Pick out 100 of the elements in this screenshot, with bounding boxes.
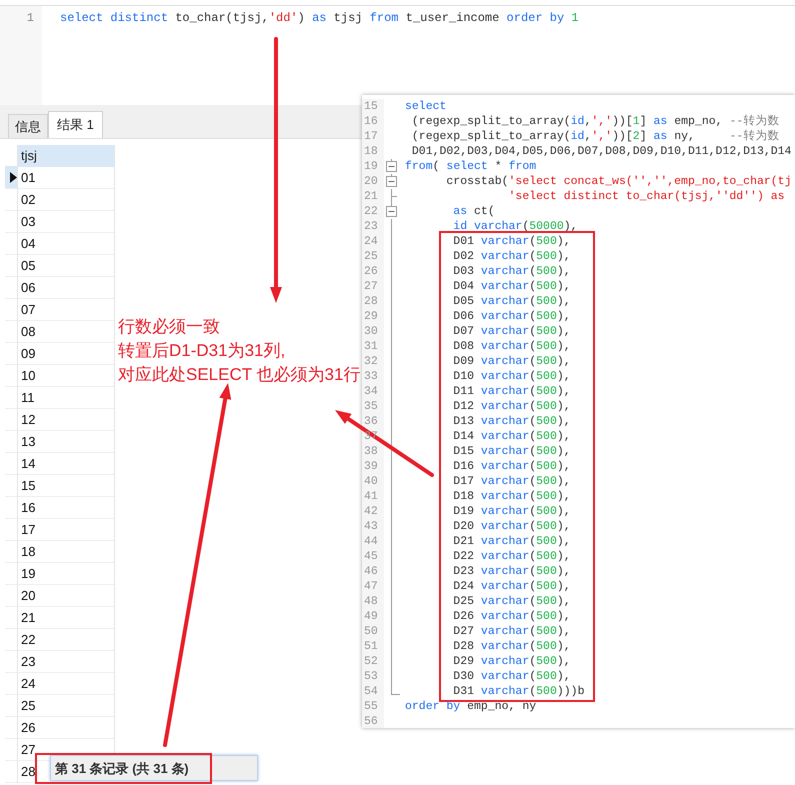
tab[interactable]: 信息 (8, 114, 48, 138)
table-cell: 26 (18, 717, 114, 739)
code-line: crosstab('select concat_ws('','',emp_no,to_char(tj (445, 174, 792, 189)
line-number: 42 (364, 505, 378, 518)
line-number: 31 (364, 340, 378, 353)
table-cell: 07 (18, 299, 114, 321)
line-number: 25 (364, 250, 378, 263)
code-line: (regexp_split_to_array(id,','))[2] as ny, --转为数 (410, 129, 780, 144)
line-number: 46 (364, 565, 378, 578)
table-cell: 23 (18, 651, 114, 673)
line-number: 53 (364, 670, 378, 683)
tab[interactable]: 结果 1 (48, 111, 103, 138)
annotation-text: 转置后D1-D31为31列, (118, 340, 286, 362)
code-line: D01 varchar(500), (452, 234, 571, 249)
line-number: 32 (364, 355, 378, 368)
collapse-icon[interactable] (386, 206, 397, 217)
code-line: (regexp_split_to_array(id,','))[1] as emp_no, --转为数 (410, 114, 780, 129)
line-number: 28 (364, 295, 378, 308)
code-line: D01,D02,D03,D04,D05,D06,D07,D08,D09,D10,D11,D12,D13,D14 (410, 144, 792, 159)
table-cell: 19 (18, 563, 114, 585)
code-line: D30 varchar(500), (452, 669, 571, 684)
line-number: 38 (364, 445, 378, 458)
code-line: D28 varchar(500), (452, 639, 571, 654)
code-line: D31 varchar(500)))b (452, 684, 584, 699)
line-number: 47 (364, 580, 378, 593)
table-cell: 21 (18, 607, 114, 629)
table-cell: 11 (18, 387, 114, 409)
code-line: D24 varchar(500), (452, 579, 571, 594)
table-cell: 02 (18, 189, 114, 211)
table-cell: 01 (18, 167, 114, 189)
line-number: 24 (364, 235, 378, 248)
record-status: 第 31 条记录 (共 31 条) (50, 755, 258, 781)
table-cell: 04 (18, 233, 114, 255)
table-cell: 25 (18, 695, 114, 717)
code-line: D22 varchar(500), (452, 549, 571, 564)
line-number: 41 (364, 490, 378, 503)
code-line: D07 varchar(500), (452, 324, 571, 339)
collapse-icon[interactable] (386, 161, 397, 172)
line-number: 29 (364, 310, 378, 323)
table-cell: 16 (18, 497, 114, 519)
table-cell: 13 (18, 431, 114, 453)
line-number: 51 (364, 640, 378, 653)
code-line: D27 varchar(500), (452, 624, 571, 639)
code-line: D26 varchar(500), (452, 609, 571, 624)
code-line: 'select distinct to_char(tjsj,''dd'') as (508, 189, 785, 204)
code-line: D20 varchar(500), (452, 519, 571, 534)
table-cell: 24 (18, 673, 114, 695)
table-cell: 12 (18, 409, 114, 431)
line-number: 23 (364, 220, 378, 233)
line-number: 45 (364, 550, 378, 563)
line-number: 35 (364, 400, 378, 413)
table-cell: 17 (18, 519, 114, 541)
line-number: 17 (364, 130, 378, 143)
code-line: D14 varchar(500), (452, 429, 571, 444)
line-number: 15 (364, 100, 378, 113)
line-number: 18 (364, 145, 378, 158)
code-line: D25 varchar(500), (452, 594, 571, 609)
line-number: 39 (364, 460, 378, 473)
line-number: 36 (364, 415, 378, 428)
table-cell: 08 (18, 321, 114, 343)
line-number: 22 (364, 205, 378, 218)
collapse-icon[interactable] (386, 176, 397, 187)
table-cell: 18 (18, 541, 114, 563)
code-line: D13 varchar(500), (452, 414, 571, 429)
line-number: 48 (364, 595, 378, 608)
code-line: order by emp_no, ny (404, 699, 536, 714)
line-number: 33 (364, 370, 378, 383)
code-line: select distinct to_char(tjsj,'dd') as tjsj from t_user_income order by 1 (60, 10, 579, 27)
code-line: select (404, 99, 446, 114)
line-number: 26 (364, 265, 378, 278)
line-number: 56 (364, 715, 378, 728)
code-line: D16 varchar(500), (452, 459, 571, 474)
code-line: from( select * from (404, 159, 536, 174)
line-number: 20 (364, 175, 378, 188)
code-line: D05 varchar(500), (452, 294, 571, 309)
line-number: 55 (364, 700, 378, 713)
line-number: 54 (364, 685, 378, 698)
code-line: D18 varchar(500), (452, 489, 571, 504)
code-line: as ct( (452, 204, 495, 219)
code-line: D23 varchar(500), (452, 564, 571, 579)
code-line: D21 varchar(500), (452, 534, 571, 549)
table-cell: 03 (18, 211, 114, 233)
code-line: D19 varchar(500), (452, 504, 571, 519)
code-line: D03 varchar(500), (452, 264, 571, 279)
code-line: D29 varchar(500), (452, 654, 571, 669)
line-number: 30 (364, 325, 378, 338)
annotation-text: 对应此处SELECT 也必须为31行 (118, 364, 360, 386)
code-line: D06 varchar(500), (452, 309, 571, 324)
line-number: 49 (364, 610, 378, 623)
line-number: 1 (26, 10, 35, 27)
annotation-text: 行数必须一致 (118, 316, 221, 338)
table-cell: 10 (18, 365, 114, 387)
line-number: 21 (364, 190, 378, 203)
code-line: D02 varchar(500), (452, 249, 571, 264)
table-cell: 14 (18, 453, 114, 475)
code-line: D10 varchar(500), (452, 369, 571, 384)
code-line: D11 varchar(500), (452, 384, 571, 399)
code-line: D08 varchar(500), (452, 339, 571, 354)
table-cell: 05 (18, 255, 114, 277)
line-number: 34 (364, 385, 378, 398)
